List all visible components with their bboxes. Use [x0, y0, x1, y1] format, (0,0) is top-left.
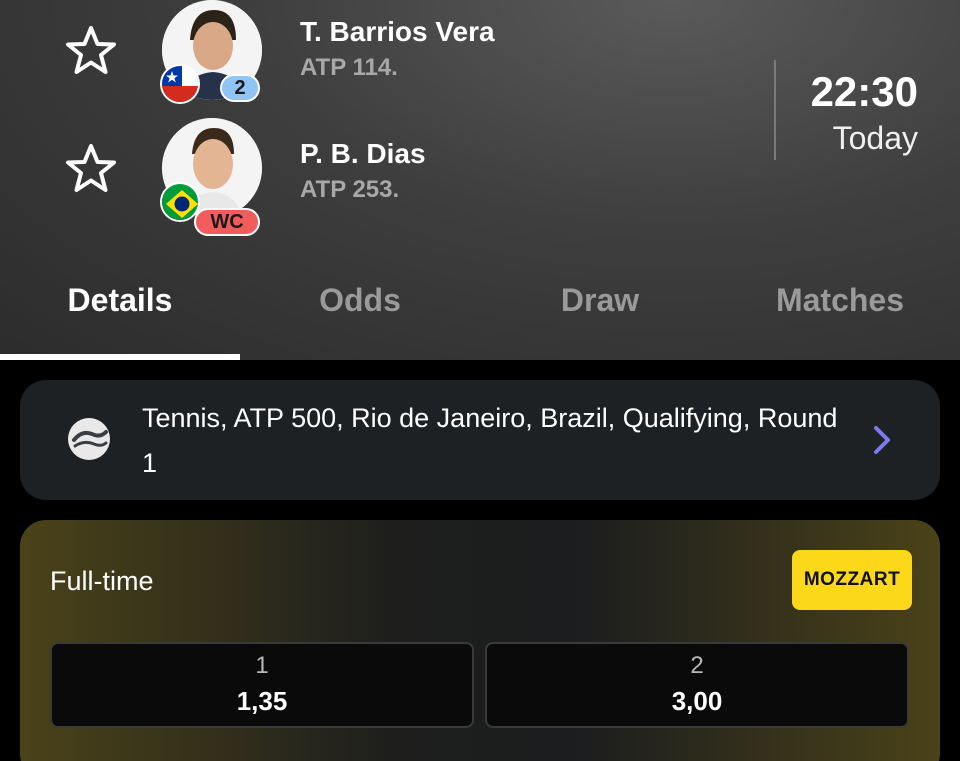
chevron-right-icon[interactable]	[870, 422, 896, 458]
bookmaker-logo[interactable]: MOZZART	[792, 550, 912, 610]
tournament-card[interactable]: Tennis, ATP 500, Rio de Janeiro, Brazil,…	[20, 380, 940, 500]
player-rank: ATP 253.	[300, 176, 400, 203]
player-name[interactable]: P. B. Dias	[300, 138, 426, 170]
seed-badge: 2	[220, 74, 260, 102]
tab-label: Details	[67, 282, 173, 318]
player-avatar[interactable]: 2	[160, 0, 264, 104]
odds-option-value: 3,00	[671, 686, 723, 716]
wildcard-badge: WC	[194, 208, 260, 236]
player-name[interactable]: T. Barrios Vera	[300, 16, 495, 48]
tab-draw[interactable]: Draw	[480, 270, 720, 360]
active-tab-indicator	[0, 354, 240, 360]
odds-option-label: 2	[690, 652, 704, 679]
odds-card: Full-time MOZZART 1 1,35 2 3,00	[20, 520, 940, 761]
tab-odds[interactable]: Odds	[240, 270, 480, 360]
favorite-star-icon[interactable]	[64, 24, 118, 78]
tab-bar: Details Odds Draw Matches	[0, 270, 960, 360]
tennis-ball-icon	[68, 418, 110, 460]
favorite-star-icon[interactable]	[64, 142, 118, 196]
tab-details[interactable]: Details	[0, 270, 240, 360]
odds-option-home[interactable]: 1 1,35	[50, 642, 474, 728]
player-avatar[interactable]: WC	[160, 118, 264, 236]
chile-flag-icon	[160, 64, 200, 104]
match-header: 2 T. Barrios Vera ATP 114. WC P. B. Dias…	[0, 0, 960, 360]
match-time: 22:30	[810, 68, 918, 115]
tournament-name: Tennis, ATP 500, Rio de Janeiro, Brazil,…	[142, 403, 838, 478]
player-row-2: WC P. B. Dias ATP 253.	[0, 118, 700, 236]
tab-label: Odds	[319, 282, 401, 318]
match-day: Today	[832, 120, 918, 156]
tab-matches[interactable]: Matches	[720, 270, 960, 360]
player-row-1: 2 T. Barrios Vera ATP 114.	[0, 0, 700, 110]
player-rank: ATP 114.	[300, 54, 398, 81]
odds-title: Full-time	[50, 566, 154, 596]
odds-option-away[interactable]: 2 3,00	[485, 642, 909, 728]
odds-option-label: 1	[255, 652, 269, 679]
tab-label: Draw	[560, 282, 640, 318]
tab-label: Matches	[775, 282, 905, 318]
odds-option-value: 1,35	[236, 686, 288, 716]
header-divider	[774, 60, 776, 160]
